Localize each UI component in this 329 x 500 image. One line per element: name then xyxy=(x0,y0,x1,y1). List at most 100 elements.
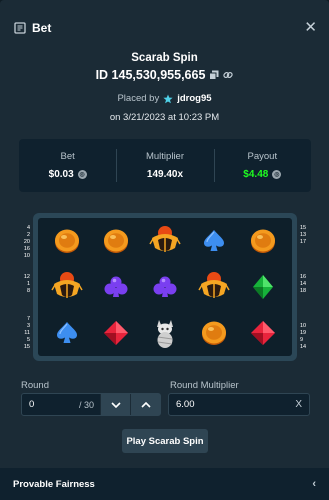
scarab-icon xyxy=(51,272,83,298)
round-value: 0 xyxy=(29,399,35,410)
payline-number: 17 xyxy=(300,239,307,245)
payline-number xyxy=(300,267,310,274)
bet-amount: $0.03 xyxy=(48,169,74,180)
chevron-left-icon: ‹ xyxy=(312,478,316,490)
symbol-spade xyxy=(47,313,87,353)
club-icon xyxy=(153,276,177,297)
reel-grid xyxy=(38,218,292,356)
stat-label: Payout xyxy=(247,151,278,162)
payline-number: 13 xyxy=(300,232,307,238)
round-total: / 30 xyxy=(78,399,94,410)
round-label: Round xyxy=(21,380,49,391)
symbol-coin xyxy=(243,221,283,261)
clear-button[interactable]: X xyxy=(295,399,302,410)
payline-number: 8 xyxy=(26,288,30,294)
symbol-coin xyxy=(194,313,234,353)
payline-number xyxy=(22,267,30,274)
coin-icon xyxy=(104,229,128,253)
modal-header: Bet ✕ xyxy=(0,0,329,56)
coin-icon xyxy=(251,229,275,253)
payline-number xyxy=(22,309,30,316)
round-next-button[interactable] xyxy=(100,394,130,415)
provable-fairness-toggle[interactable]: Provable Fairness ‹ xyxy=(0,468,329,500)
symbol-club xyxy=(145,267,185,307)
game-name: Scarab Spin xyxy=(131,52,198,64)
receipt-icon xyxy=(14,22,26,34)
payline-number: 4 xyxy=(26,225,30,231)
round-stepper: 0 / 30 xyxy=(21,393,161,416)
bet-id-row: ID 145,530,955,665 xyxy=(0,68,329,82)
symbol-scarab xyxy=(194,267,234,307)
payline-number xyxy=(300,302,310,309)
payline-number: 14 xyxy=(300,344,307,350)
payline-number: 10 xyxy=(300,323,307,329)
spade-icon xyxy=(204,230,224,251)
green-diamond-icon xyxy=(253,275,273,299)
payline-number: 16 xyxy=(23,246,30,252)
round-input[interactable]: 0 / 30 xyxy=(22,394,100,415)
symbol-club xyxy=(96,267,136,307)
copy-icon[interactable] xyxy=(209,70,219,80)
payline-number xyxy=(22,295,30,302)
payline-number: 2 xyxy=(26,232,30,238)
payout-amount: $4.48 xyxy=(243,169,269,180)
placed-by-label: Placed by xyxy=(117,93,160,104)
payline-number: 5 xyxy=(26,337,30,343)
link-icon[interactable] xyxy=(223,70,234,80)
payline-number: 12 xyxy=(23,274,30,280)
payline-number: 10 xyxy=(23,253,30,259)
payline-number xyxy=(300,295,310,302)
stat-label: Bet xyxy=(60,151,75,162)
payline-number: 20 xyxy=(23,239,30,245)
stat-label: Multiplier xyxy=(145,151,184,162)
scarab-icon xyxy=(149,226,181,252)
multiplier-value: 149.40x xyxy=(146,169,184,180)
bet-date: on 3/21/2023 at 10:23 PM xyxy=(109,112,220,123)
symbol-coin xyxy=(47,221,87,261)
payline-number: 1 xyxy=(26,281,30,287)
round-multiplier-value: 6.00 xyxy=(176,399,195,410)
payline-number xyxy=(22,260,30,267)
diamond-icon xyxy=(251,321,275,345)
payline-number: 19 xyxy=(300,330,307,336)
symbol-coin xyxy=(96,221,136,261)
chevron-down-icon xyxy=(110,401,121,408)
club-icon xyxy=(104,276,128,297)
stat-value: $4.48 ◎ xyxy=(243,169,282,180)
username-link[interactable]: jdrog95 xyxy=(177,93,211,104)
play-game-button[interactable]: Play Scarab Spin xyxy=(122,429,208,453)
diamond-icon xyxy=(104,321,128,345)
payline-number xyxy=(22,302,30,309)
placed-by: Placed by jdrog95 xyxy=(0,93,329,104)
symbol-green-diamond xyxy=(243,267,283,307)
close-icon[interactable]: ✕ xyxy=(304,20,317,35)
coin-icon xyxy=(55,229,79,253)
payline-number: 11 xyxy=(24,330,30,336)
currency-icon: ◎ xyxy=(272,170,282,179)
payline-number: 15 xyxy=(23,344,30,350)
coin-icon xyxy=(202,321,226,345)
round-multiplier-label: Round Multiplier xyxy=(170,380,239,391)
paylines-left: 4 2 20 16 10 12 1 8 7 3 11 5 15 xyxy=(22,225,30,351)
scarab-icon xyxy=(198,272,230,298)
provable-fairness-label: Provable Fairness xyxy=(13,478,95,490)
payline-number: 9 xyxy=(300,337,304,343)
bet-id: ID 145,530,955,665 xyxy=(95,68,206,82)
payline-number: 7 xyxy=(26,316,30,322)
payline-number: 15 xyxy=(300,225,307,231)
payline-number: 18 xyxy=(300,288,307,294)
chevron-up-icon xyxy=(140,401,151,408)
symbol-diamond xyxy=(243,313,283,353)
payline-number xyxy=(300,309,310,316)
symbol-diamond xyxy=(96,313,136,353)
payline-number xyxy=(300,253,310,260)
round-prev-button[interactable] xyxy=(130,394,160,415)
symbol-spade xyxy=(194,221,234,261)
modal-title: Bet xyxy=(32,21,52,35)
bet-stats: Bet $0.03 ◎ Multiplier 149.40x Payout $4… xyxy=(19,139,311,192)
symbol-scarab xyxy=(145,221,185,261)
mummy-cat-icon xyxy=(157,320,173,348)
payline-number: 3 xyxy=(26,323,30,329)
bet-modal: Bet ✕ Scarab Spin ID 145,530,955,665 Pla… xyxy=(0,0,329,500)
round-multiplier-field[interactable]: 6.00 X xyxy=(168,393,310,416)
